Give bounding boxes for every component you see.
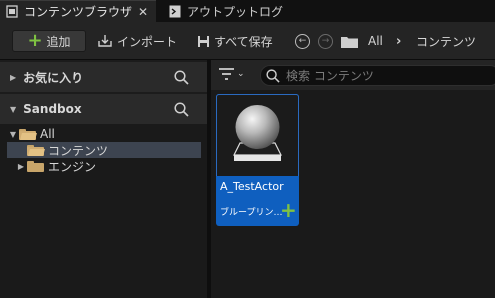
- folder-icon: [341, 30, 358, 52]
- expanded-arrow-icon[interactable]: ▼: [7, 130, 19, 139]
- sources-panel: ▶ お気に入り ▼ Sandbox ▼ All コンテンツ ▶ エンジン: [0, 60, 207, 298]
- asset-type: ブループリン…: [220, 208, 283, 218]
- save-all-label: すべて保存: [214, 34, 273, 49]
- search-placeholder: 検索 コンテンツ: [286, 69, 374, 83]
- forward-button[interactable]: →: [318, 30, 333, 52]
- forward-arrow-icon: →: [318, 33, 333, 49]
- asset-tile[interactable]: A_TestActor ブループリン… +: [216, 94, 299, 226]
- filter-bar: ⌄ 検索 コンテンツ: [211, 60, 495, 90]
- open-folder-icon: [27, 144, 45, 156]
- collapsed-arrow-icon[interactable]: ▶: [15, 162, 27, 171]
- plus-icon: +: [280, 198, 297, 222]
- back-button[interactable]: ←: [295, 30, 310, 52]
- tree-item-content[interactable]: コンテンツ: [7, 142, 201, 158]
- asset-thumbnail: [216, 94, 299, 176]
- project-header[interactable]: ▼ Sandbox: [0, 94, 207, 124]
- search-icon: [266, 68, 280, 83]
- chevron-down-icon: ⌄: [237, 69, 245, 79]
- plus-icon: +: [27, 30, 43, 51]
- sphere-icon: [233, 105, 282, 161]
- breadcrumb-all[interactable]: All: [368, 30, 383, 52]
- filter-button[interactable]: ⌄: [219, 68, 245, 80]
- folder-tree: ▼ All コンテンツ ▶ エンジン: [0, 124, 207, 298]
- favorites-label: お気に入り: [23, 70, 84, 85]
- tab-content-browser[interactable]: コンテンツブラウザ ✕: [0, 0, 156, 22]
- expanded-arrow-icon: ▼: [10, 104, 17, 114]
- add-label: 追加: [46, 34, 71, 49]
- open-folder-icon: [19, 128, 37, 140]
- back-arrow-icon: ←: [295, 33, 310, 49]
- tree-item-label: All: [40, 127, 55, 141]
- tab-output-log[interactable]: アウトプットログ: [163, 0, 313, 22]
- tab-label: アウトプットログ: [187, 4, 284, 19]
- tab-label: コンテンツブラウザ: [24, 5, 133, 19]
- import-label: インポート: [117, 34, 178, 49]
- import-icon: [98, 34, 113, 48]
- output-log-icon: [169, 5, 181, 18]
- project-label: Sandbox: [23, 102, 82, 116]
- add-button[interactable]: + 追加: [12, 30, 86, 52]
- tab-strip: コンテンツブラウザ ✕ アウトプットログ: [0, 0, 495, 22]
- breadcrumb-content[interactable]: コンテンツ: [416, 30, 476, 52]
- save-icon: [197, 35, 210, 48]
- folder-icon: [27, 160, 44, 172]
- import-button[interactable]: インポート: [98, 30, 177, 52]
- save-all-button[interactable]: すべて保存: [197, 30, 273, 52]
- favorites-header[interactable]: ▶ お気に入り: [0, 62, 207, 92]
- collapsed-arrow-icon: ▶: [10, 72, 17, 82]
- asset-name: A_TestActor: [220, 180, 284, 193]
- tree-item-engine[interactable]: ▶ エンジン: [7, 158, 201, 174]
- filter-icon: [219, 68, 234, 80]
- search-icon[interactable]: [174, 70, 189, 88]
- asset-view: ⌄ 検索 コンテンツ A_TestActor ブループリン… +: [211, 60, 495, 298]
- search-icon[interactable]: [174, 102, 189, 120]
- search-input[interactable]: 検索 コンテンツ: [260, 65, 495, 86]
- toolbar: + 追加 インポート すべて保存 ← → All › コンテンツ: [0, 22, 495, 59]
- content-browser-icon: [6, 5, 18, 18]
- chevron-right-icon[interactable]: ›: [396, 30, 401, 52]
- tree-item-label: コンテンツ: [48, 143, 109, 158]
- tree-item-label: エンジン: [48, 159, 97, 174]
- tree-item-all[interactable]: ▼ All: [7, 126, 201, 142]
- close-icon[interactable]: ✕: [138, 5, 148, 19]
